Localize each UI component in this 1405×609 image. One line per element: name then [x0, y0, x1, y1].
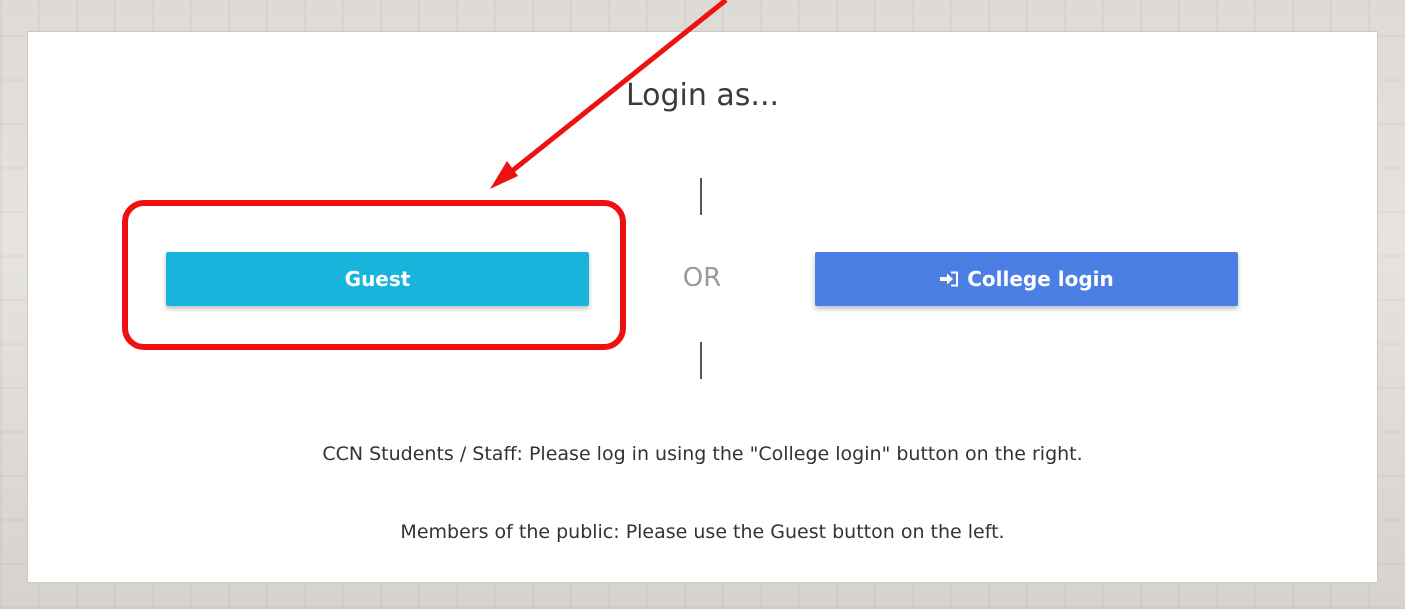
arrow-icon — [490, 0, 728, 189]
public-note: Members of the public: Please use the Gu… — [400, 521, 1005, 543]
students-staff-note: CCN Students / Staff: Please log in usin… — [322, 443, 1083, 465]
